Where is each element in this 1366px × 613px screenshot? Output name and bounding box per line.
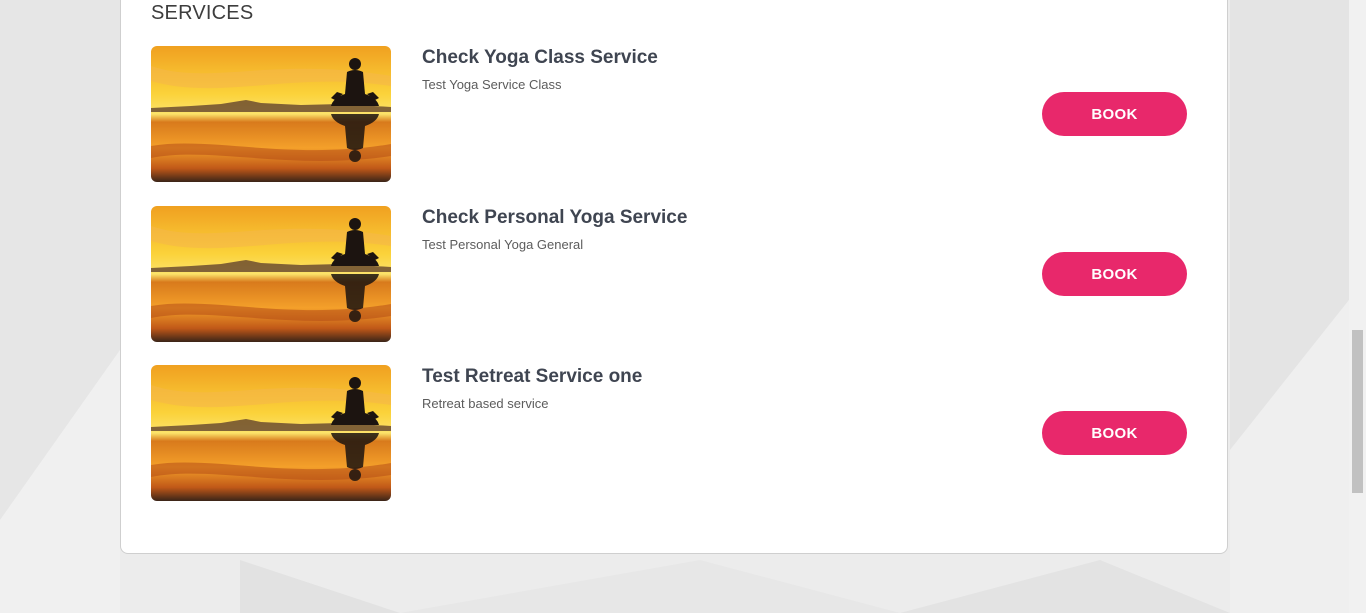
book-button[interactable]: BOOK (1042, 411, 1187, 455)
service-item: Test Retreat Service one Retreat based s… (151, 365, 1193, 501)
book-button[interactable]: BOOK (1042, 92, 1187, 136)
service-title: Check Yoga Class Service (422, 47, 658, 68)
page-scrollbar[interactable] (1349, 0, 1366, 613)
yoga-sunset-image[interactable] (151, 365, 391, 501)
section-title: SERVICES (151, 2, 254, 24)
yoga-sunset-image[interactable] (151, 46, 391, 182)
book-button[interactable]: BOOK (1042, 252, 1187, 296)
service-title: Check Personal Yoga Service (422, 207, 688, 228)
service-description: Retreat based service (422, 396, 549, 411)
service-item: Check Personal Yoga Service Test Persona… (151, 206, 1193, 342)
yoga-sunset-image[interactable] (151, 206, 391, 342)
service-item: Check Yoga Class Service Test Yoga Servi… (151, 46, 1193, 182)
services-card: SERVICES Check Yoga Class Service Test Y… (120, 0, 1228, 554)
service-description: Test Personal Yoga General (422, 237, 584, 252)
scrollbar-thumb[interactable] (1352, 330, 1363, 493)
service-title: Test Retreat Service one (422, 366, 643, 387)
service-description: Test Yoga Service Class (422, 77, 562, 92)
